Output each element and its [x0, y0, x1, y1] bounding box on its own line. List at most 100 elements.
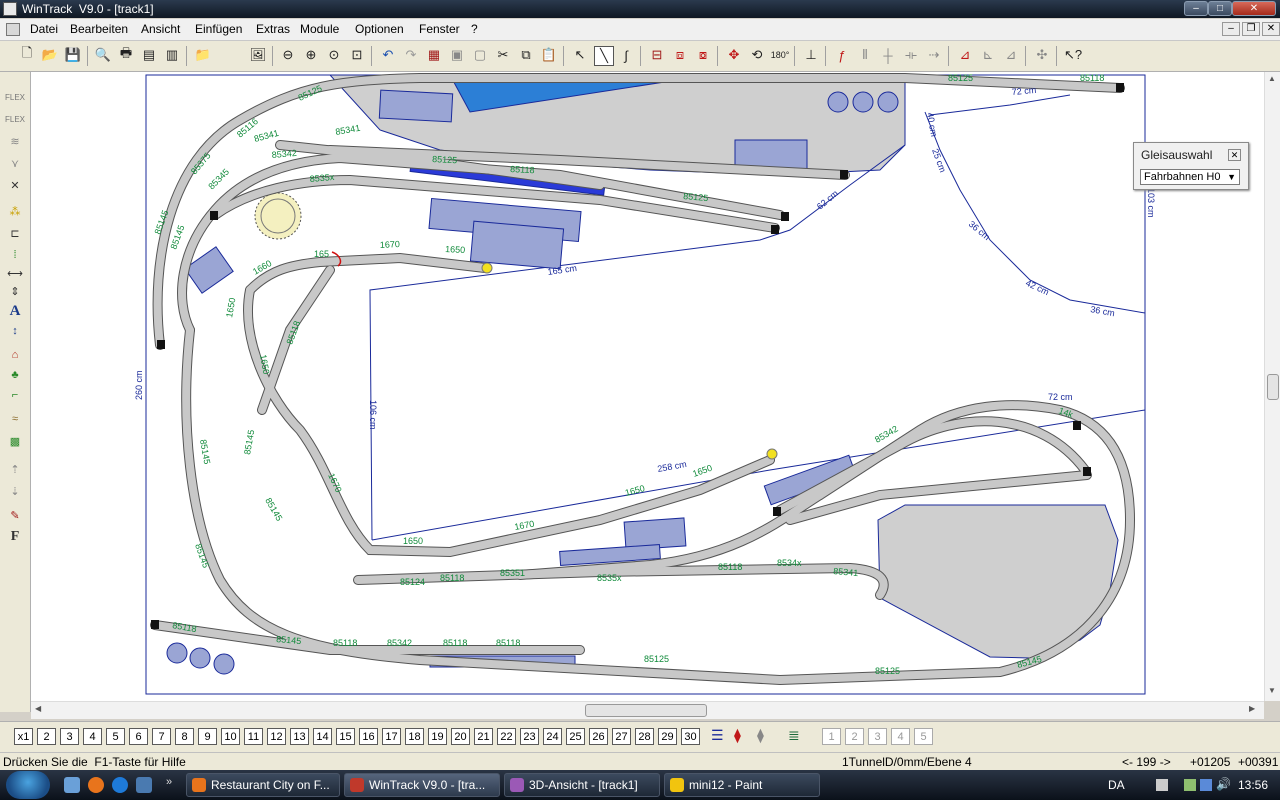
menu-bearbeiten[interactable]: Bearbeiten	[70, 22, 128, 36]
level-down-icon[interactable]: ⇣	[4, 482, 26, 500]
close-button[interactable]: ✕	[1232, 1, 1276, 16]
zoom-all-icon[interactable]: ⊡	[348, 46, 366, 64]
layer-button-15[interactable]: 15	[336, 728, 355, 745]
properties-icon[interactable]: ▥	[163, 46, 181, 64]
building-icon[interactable]: ⌂	[4, 346, 26, 364]
select-track-icon[interactable]: ╲	[594, 46, 614, 66]
track-red-icon[interactable]: ⧈	[671, 46, 689, 64]
vertical-scroll-thumb[interactable]	[1267, 374, 1279, 400]
menu-help[interactable]: ?	[471, 22, 478, 36]
layer-red-icon[interactable]: ⧫	[734, 727, 754, 747]
maximize-button[interactable]: □	[1208, 1, 1232, 16]
vertical-scrollbar[interactable]: ▲ ▼	[1264, 72, 1280, 701]
crossing-icon[interactable]: ✕	[4, 176, 26, 194]
task-paint[interactable]: mini12 - Paint	[664, 773, 820, 797]
quicklaunch-more-icon[interactable]: »	[166, 776, 172, 788]
layer-button-26[interactable]: 26	[589, 728, 608, 745]
layer-button-18[interactable]: 18	[405, 728, 424, 745]
signal-icon[interactable]: ⁂	[4, 202, 26, 220]
flex-track-icon[interactable]: FLEX	[4, 88, 26, 106]
minimize-button[interactable]: –	[1184, 1, 1208, 16]
start-button[interactable]	[6, 771, 50, 799]
layer-button-24[interactable]: 24	[543, 728, 562, 745]
distance-icon[interactable]: ⁞	[4, 246, 26, 264]
level-up-icon[interactable]: ⇡	[4, 460, 26, 478]
rotate-180-icon[interactable]: 180°	[771, 46, 790, 64]
extra-layer-4[interactable]: 4	[891, 728, 910, 745]
text-tool-icon[interactable]: A	[4, 302, 26, 320]
settings-icon[interactable]: ✣	[1033, 46, 1051, 64]
layer-button-16[interactable]: 16	[359, 728, 378, 745]
menu-datei[interactable]: Datei	[30, 22, 58, 36]
align-icon[interactable]: ⊥	[802, 46, 820, 64]
track-plan-canvas[interactable]: 260 cm 106 cm 165 cm 258 cm 72 cm 72 cm …	[31, 72, 1264, 701]
extend-icon[interactable]: ⇢	[925, 46, 943, 64]
menu-ansicht[interactable]: Ansicht	[141, 22, 180, 36]
menu-fenster[interactable]: Fenster	[419, 22, 460, 36]
layer-button-11[interactable]: 11	[244, 728, 263, 745]
track-endpoint[interactable]	[481, 262, 493, 274]
save-icon[interactable]: 💾	[64, 46, 82, 64]
horizontal-scroll-thumb[interactable]	[585, 704, 707, 717]
menu-einfuegen[interactable]: Einfügen	[195, 22, 242, 36]
panel-close-button[interactable]: ✕	[1228, 149, 1241, 161]
zoom-window-icon[interactable]: ⊙	[325, 46, 343, 64]
layer-button-28[interactable]: 28	[635, 728, 654, 745]
layer-button-14[interactable]: 14	[313, 728, 332, 745]
layer-button-4[interactable]: 4	[83, 728, 102, 745]
flex-track-2-icon[interactable]: FLEX	[4, 110, 26, 128]
flip-icon[interactable]: ƒ	[833, 46, 851, 64]
height-icon[interactable]: ⟷	[4, 264, 26, 282]
image-icon[interactable]: 🖼	[249, 46, 267, 64]
terrain-icon[interactable]: ≈	[4, 410, 26, 428]
scroll-down-icon[interactable]: ▼	[1268, 686, 1276, 695]
layer-button-6[interactable]: 6	[129, 728, 148, 745]
table-icon[interactable]: ▦	[425, 46, 443, 64]
copy-page-icon[interactable]: ▣	[448, 46, 466, 64]
layer-button-13[interactable]: 13	[290, 728, 309, 745]
measure-3-icon[interactable]: ⊿	[1002, 46, 1020, 64]
track-table-icon[interactable]: ⊟	[648, 46, 666, 64]
layer-stack-icon[interactable]: ≣	[788, 727, 808, 747]
copy-icon[interactable]: ⧉	[517, 46, 535, 64]
layer-button-12[interactable]: 12	[267, 728, 286, 745]
layer-button-9[interactable]: 9	[198, 728, 217, 745]
scroll-up-icon[interactable]: ▲	[1268, 74, 1276, 83]
layer-button-29[interactable]: 29	[658, 728, 677, 745]
paint-icon[interactable]: ✎	[4, 506, 26, 524]
menu-module[interactable]: Module	[300, 22, 339, 36]
show-desktop-icon[interactable]	[64, 777, 80, 793]
firefox-icon[interactable]	[88, 777, 104, 793]
track-flex-icon[interactable]: ≋	[4, 132, 26, 150]
mdi-restore-button[interactable]: ❐	[1242, 22, 1260, 36]
measure-2-icon[interactable]: ⊾	[979, 46, 997, 64]
document-icon[interactable]	[6, 23, 20, 36]
layer-button-21[interactable]: 21	[474, 728, 493, 745]
layer-button-1[interactable]: x1	[14, 728, 33, 745]
open-folder-icon[interactable]: 📁	[194, 46, 212, 64]
measure-icon[interactable]: ⊿	[956, 46, 974, 64]
safely-remove-icon[interactable]	[1156, 779, 1168, 791]
paste-icon[interactable]: 📋	[540, 46, 558, 64]
print-preview-icon[interactable]: 🔍	[94, 46, 112, 64]
layer-gray-icon[interactable]: ⧫	[757, 727, 777, 747]
volume-icon[interactable]: 🔊	[1216, 777, 1231, 791]
new-file-icon[interactable]: 🗋	[18, 45, 36, 64]
task-restaurant-city[interactable]: Restaurant City on F...	[186, 773, 340, 797]
mdi-close-button[interactable]: ✕	[1262, 22, 1280, 36]
tree-icon[interactable]: ♣	[4, 366, 26, 384]
layer-button-7[interactable]: 7	[152, 728, 171, 745]
help-cursor-icon[interactable]: ↖?	[1064, 46, 1082, 64]
layer-button-30[interactable]: 30	[681, 728, 700, 745]
task-3d-ansicht[interactable]: 3D-Ansicht - [track1]	[504, 773, 660, 797]
paste-page-icon[interactable]: ▢	[471, 46, 489, 64]
redo-icon[interactable]: ↷	[402, 46, 420, 64]
undo-icon[interactable]: ↶	[379, 46, 397, 64]
layer-button-5[interactable]: 5	[106, 728, 125, 745]
select-arrow-icon[interactable]: ↖	[571, 46, 589, 64]
app-icon[interactable]	[3, 2, 17, 16]
extra-layer-3[interactable]: 3	[868, 728, 887, 745]
move-icon[interactable]: ✥	[725, 46, 743, 64]
layer-button-10[interactable]: 10	[221, 728, 240, 745]
height-marker-icon[interactable]: ⇕	[4, 282, 26, 300]
